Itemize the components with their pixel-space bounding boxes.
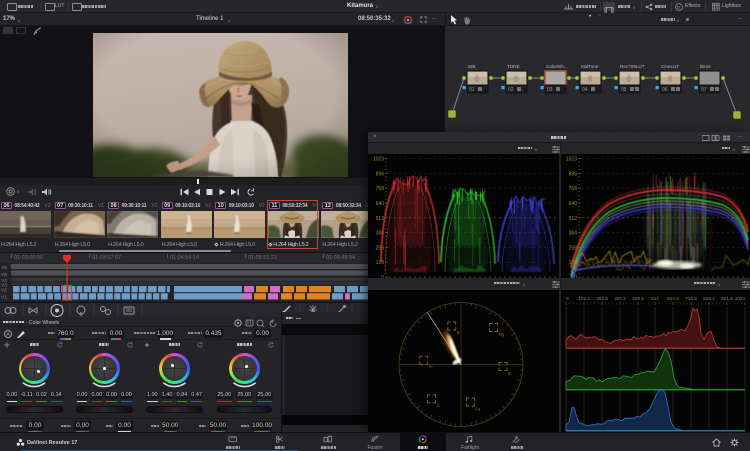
svg-text:Rec709LUT: Rec709LUT [620,64,645,69]
svg-text:B: B [508,370,511,375]
svg-text:1023: 1023 [735,296,746,301]
svg-text:02: 02 [508,87,514,93]
svg-text:Cy: Cy [475,406,480,411]
svg-text:204.8: 204.8 [596,296,608,301]
svg-text:256: 256 [376,245,385,251]
svg-text:06: 06 [662,87,668,93]
svg-text:CineLUT: CineLUT [661,64,679,69]
svg-text:819.2: 819.2 [703,296,715,301]
svg-text:0: 0 [566,296,569,301]
svg-text:05: 05 [621,87,627,93]
svg-text:V2: V2 [1,288,7,294]
svg-text:Mg: Mg [499,332,505,337]
svg-text:128: 128 [376,260,385,266]
svg-text:921.6: 921.6 [721,296,733,301]
svg-text:G: G [437,403,440,408]
svg-text:768: 768 [569,186,578,192]
svg-text:WB: WB [468,64,475,69]
svg-text:04: 04 [582,87,588,93]
svg-text:896: 896 [569,171,578,177]
svg-text:512: 512 [376,216,385,222]
svg-text:640: 640 [569,201,578,207]
svg-text:MidTone: MidTone [581,64,599,69]
svg-text:768: 768 [376,186,385,192]
svg-text:Yl: Yl [429,364,433,369]
svg-text:V6: V6 [1,265,7,271]
svg-text:V5: V5 [1,272,7,278]
svg-text:Binet: Binet [700,64,711,69]
svg-text:R: R [457,330,460,335]
svg-text:640: 640 [376,201,385,207]
svg-text:512: 512 [651,296,659,301]
svg-text:409.6: 409.6 [632,296,644,301]
svg-text:1023: 1023 [373,157,384,163]
svg-text:TONE: TONE [507,64,520,69]
svg-text:1023: 1023 [566,157,577,163]
svg-text:307.2: 307.2 [614,296,626,301]
svg-text:716.8: 716.8 [685,296,697,301]
svg-text:V1: V1 [1,295,7,301]
svg-text:fx: fx [677,4,680,9]
svg-text:896: 896 [376,171,385,177]
svg-text:102.4: 102.4 [578,296,590,301]
svg-text:512: 512 [569,216,578,222]
svg-text:07: 07 [701,87,707,93]
svg-text:ColorWh...: ColorWh... [546,64,568,69]
svg-text:03: 03 [547,87,553,93]
svg-text:01: 01 [469,87,475,93]
svg-text:384: 384 [569,231,578,237]
svg-text:614.4: 614.4 [667,296,679,301]
